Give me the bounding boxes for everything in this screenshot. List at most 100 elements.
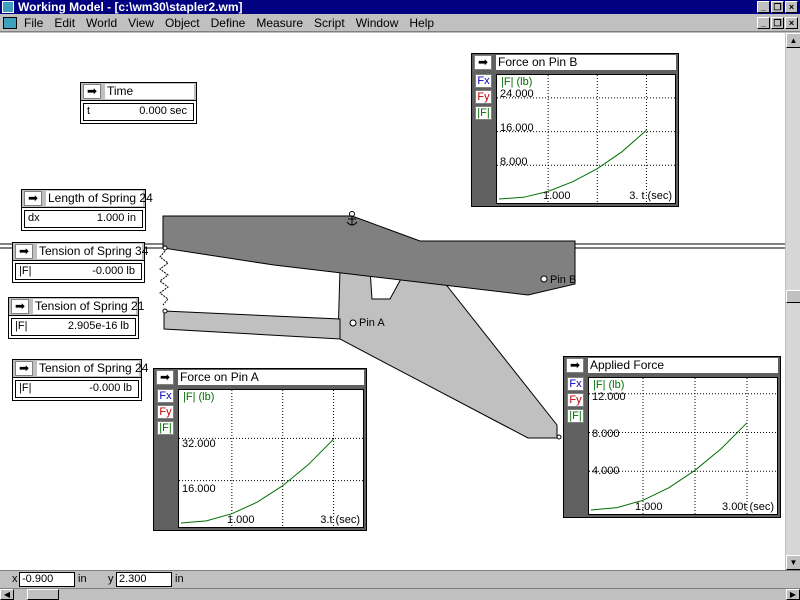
menu-script[interactable]: Script [314, 16, 345, 30]
doc-close-icon[interactable]: × [785, 17, 798, 29]
workspace[interactable]: Pin A Pin B ➡ Time t 0.000 sec ➡ Length of … [0, 33, 785, 570]
scroll-up-icon[interactable]: ▲ [786, 33, 800, 48]
menu-window[interactable]: Window [356, 16, 399, 30]
y-coordinate-label: y [108, 573, 114, 585]
menu-file[interactable]: File [24, 16, 43, 30]
scroll-right-icon[interactable]: ▶ [786, 589, 800, 600]
doc-minimize-icon[interactable]: _ [757, 17, 770, 29]
right-arrow-icon[interactable]: ➡ [24, 191, 42, 206]
right-arrow-icon[interactable]: ➡ [15, 361, 33, 376]
y-tick-label: 12.000 [592, 391, 626, 403]
pin-a-point [349, 319, 357, 327]
meter-title: Tension of Spring 34 [37, 244, 149, 259]
y-tick-label: 16.000 [500, 122, 534, 134]
plot-area[interactable]: |F| (lb) 24.000 16.000 8.000 1.000 3. t … [496, 74, 676, 204]
menu-world[interactable]: World [86, 16, 117, 30]
right-arrow-icon[interactable]: ➡ [474, 55, 492, 70]
document-icon[interactable] [3, 17, 17, 29]
y-tick-label: 24.000 [500, 88, 534, 100]
y-tick-label: 16.000 [182, 483, 216, 495]
spring-point-top [162, 245, 168, 251]
meter-title: Tension of Spring 24 [37, 361, 149, 376]
meter-variable: |F| [19, 265, 32, 277]
legend-f-button[interactable]: |F| [567, 409, 584, 423]
right-arrow-icon[interactable]: ➡ [156, 370, 174, 385]
meter-value: 1.000 in [96, 212, 136, 224]
tension-spring-21-meter[interactable]: ➡ Tension of Spring 21 |F| 2.905e-16 lb [8, 297, 145, 339]
meter-variable: |F| [19, 382, 32, 394]
right-arrow-icon[interactable]: ➡ [83, 84, 101, 99]
menu-help[interactable]: Help [409, 16, 434, 30]
restore-icon[interactable]: ❐ [771, 1, 784, 13]
meter-variable: dx [28, 212, 40, 224]
force-point [556, 434, 562, 440]
meter-title: Time [105, 84, 194, 99]
scroll-left-icon[interactable]: ◀ [0, 589, 14, 600]
spring-point-bottom [162, 308, 168, 314]
close-icon[interactable]: × [785, 1, 798, 13]
plot-svg [179, 390, 363, 527]
x-coordinate-field[interactable]: -0.900 [19, 572, 75, 587]
status-bar: x -0.900 in y 2.300 in [0, 570, 800, 588]
menu-define[interactable]: Define [211, 16, 246, 30]
meter-value: -0.000 lb [89, 382, 132, 394]
graph-title: Applied Force [588, 358, 778, 373]
meter-value: 0.000 sec [139, 105, 187, 117]
scroll-down-icon[interactable]: ▼ [786, 555, 800, 570]
meter-title: Tension of Spring 21 [33, 299, 145, 314]
x-tick-label: 1.000 [227, 514, 255, 526]
applied-force-graph[interactable]: ➡ Applied Force Fx Fy |F| |F| (lb) 12.000… [563, 356, 781, 518]
legend-f-button[interactable]: |F| [475, 106, 492, 120]
plot-area[interactable]: |F| (lb) 12.000 8.000 4.000 1.000 3.00t … [588, 377, 778, 515]
y-axis-label: |F| (lb) [183, 391, 215, 403]
right-arrow-icon[interactable]: ➡ [15, 244, 33, 259]
legend-fy-button[interactable]: Fy [567, 393, 584, 407]
base-arm [163, 310, 341, 340]
menu-measure[interactable]: Measure [256, 16, 303, 30]
legend-fy-button[interactable]: Fy [475, 90, 492, 104]
x-axis-name: t (sec) [743, 501, 774, 513]
meter-title: Length of Spring 24 [46, 191, 153, 206]
length-spring-24-meter[interactable]: ➡ Length of Spring 24 dx 1.000 in [21, 189, 153, 231]
y-coordinate-field[interactable]: 2.300 [116, 572, 172, 587]
y-unit-label: in [175, 573, 184, 585]
y-tick-label: 8.000 [592, 428, 620, 440]
plot-area[interactable]: |F| (lb) 32.000 16.000 1.000 3.t (sec) [178, 389, 364, 528]
y-axis-label: |F| (lb) [501, 76, 533, 88]
horizontal-scroll-thumb[interactable] [27, 589, 59, 600]
menu-edit[interactable]: Edit [54, 16, 75, 30]
pin-a-label: Pin A [359, 317, 385, 329]
graph-title: Force on Pin A [178, 370, 364, 385]
legend-fx-button[interactable]: Fx [475, 74, 492, 88]
x-max-label: 3.00 [722, 501, 744, 513]
spring-34 [159, 250, 169, 306]
tension-spring-24-meter[interactable]: ➡ Tension of Spring 24 |F| -0.000 lb [12, 359, 149, 401]
app-icon[interactable] [2, 1, 14, 13]
x-axis-name: t (sec) [641, 190, 672, 202]
menu-object[interactable]: Object [165, 16, 200, 30]
vertical-scroll-thumb[interactable] [786, 290, 800, 303]
y-axis-label: |F| (lb) [593, 379, 625, 391]
force-on-pin-b-graph[interactable]: ➡ Force on Pin B Fx Fy |F| |F| (lb) 24.00… [471, 53, 679, 207]
vertical-scrollbar[interactable]: ▲ ▼ [785, 33, 800, 570]
legend-fx-button[interactable]: Fx [157, 389, 174, 403]
legend-fx-button[interactable]: Fx [567, 377, 584, 391]
meter-variable: t [87, 105, 91, 117]
meter-value: 2.905e-16 lb [67, 320, 129, 332]
tension-spring-34-meter[interactable]: ➡ Tension of Spring 34 |F| -0.000 lb [12, 242, 149, 283]
title-bar: Working Model - [c:\wm30\stapler2.wm] _ … [0, 0, 800, 14]
right-arrow-icon[interactable]: ➡ [11, 299, 29, 314]
legend-f-button[interactable]: |F| [157, 421, 174, 435]
horizontal-scrollbar[interactable]: ◀ ▶ [0, 588, 800, 600]
force-on-pin-a-graph[interactable]: ➡ Force on Pin A Fx Fy |F| |F| (lb) 32.00… [153, 368, 367, 531]
doc-restore-icon[interactable]: ❐ [771, 17, 784, 29]
minimize-icon[interactable]: _ [757, 1, 770, 13]
legend-fy-button[interactable]: Fy [157, 405, 174, 419]
x-axis-label: 3. t (sec) [629, 190, 672, 202]
menu-view[interactable]: View [128, 16, 154, 30]
right-arrow-icon[interactable]: ➡ [566, 358, 584, 373]
meter-value: -0.000 lb [92, 265, 135, 277]
x-tick-label: 1.000 [635, 501, 663, 513]
x-coordinate-label: x [12, 573, 18, 585]
time-meter[interactable]: ➡ Time t 0.000 sec [80, 82, 197, 124]
